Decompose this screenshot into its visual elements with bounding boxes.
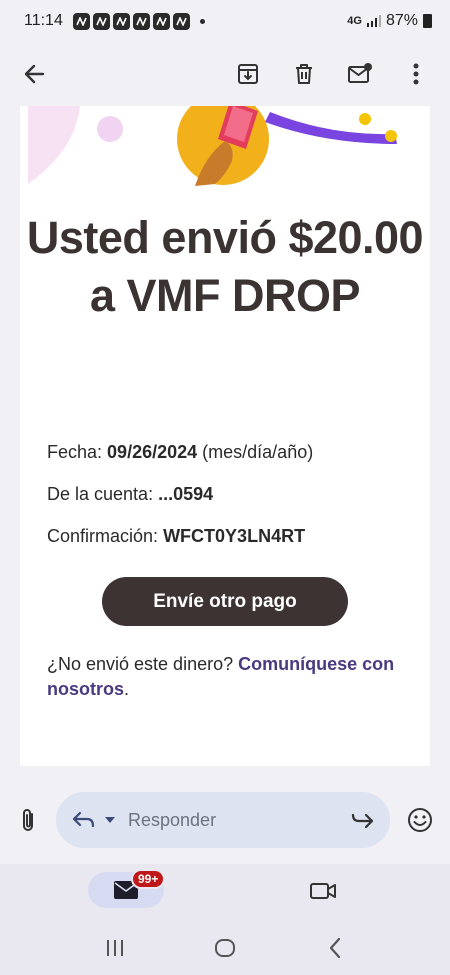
detail-value: WFCT0Y3LN4RT — [163, 526, 306, 546]
notification-icon — [152, 12, 170, 30]
notification-icon — [72, 12, 90, 30]
recent-apps-button[interactable] — [95, 933, 135, 963]
payment-details: Fecha: 09/26/2024 (mes/día/año) De la cu… — [47, 431, 417, 557]
video-camera-icon — [310, 883, 336, 899]
status-time: 11:14 — [24, 12, 63, 29]
mark-unread-button[interactable] — [340, 54, 380, 94]
nav-meet-tab[interactable] — [306, 876, 340, 906]
detail-suffix: (mes/día/año) — [202, 442, 314, 462]
network-type: 4G — [347, 15, 362, 27]
status-bar: 11:14 4G 87% — [0, 0, 450, 42]
more-options-button[interactable] — [396, 54, 436, 94]
detail-row-date: Fecha: 09/26/2024 (mes/día/año) — [47, 431, 417, 473]
reply-placeholder: Responder — [128, 809, 217, 830]
unread-badge: 99+ — [131, 869, 166, 889]
email-body: Usted envió $20.00 a VMF DROP Fecha: 09/… — [20, 106, 430, 766]
paperclip-icon — [23, 809, 33, 831]
detail-value: 09/26/2024 — [107, 442, 198, 462]
payment-headline: Usted envió $20.00 a VMF DROP — [26, 212, 424, 321]
arrow-left-icon — [24, 64, 45, 84]
bottom-navigation: 99+ — [0, 864, 450, 920]
status-right: 4G 87% — [347, 12, 432, 30]
more-vertical-icon — [413, 63, 419, 85]
home-icon — [215, 938, 235, 957]
detail-value: ...0594 — [158, 484, 214, 504]
chevron-down-icon[interactable] — [104, 816, 116, 824]
notification-icon — [132, 12, 150, 30]
emoji-reaction-button[interactable] — [402, 802, 438, 838]
chevron-left-icon — [329, 937, 341, 958]
back-button[interactable] — [14, 54, 54, 94]
hero-illustration — [28, 106, 397, 186]
battery-icon — [423, 14, 432, 28]
notification-icon — [172, 12, 190, 30]
footer-question: ¿No envió este dinero? — [47, 654, 234, 674]
notification-icons — [72, 12, 190, 30]
reply-field[interactable]: Responder — [56, 792, 390, 848]
toolbar-actions — [228, 54, 436, 94]
send-another-payment-button[interactable]: Envíe otro pago — [102, 577, 348, 626]
reply-bar: Responder — [0, 776, 450, 864]
notification-icon — [92, 12, 110, 30]
system-navigation-bar — [0, 920, 450, 975]
nav-mail-tab[interactable]: 99+ — [88, 869, 166, 908]
mark-unread-icon — [348, 63, 372, 83]
reply-icon[interactable] — [72, 811, 96, 829]
archive-icon — [238, 64, 258, 84]
detail-label: Fecha: — [47, 442, 103, 462]
detail-row-account: De la cuenta: ...0594 — [47, 473, 417, 515]
signal-icon — [366, 15, 381, 27]
trash-icon — [296, 64, 312, 84]
detail-row-confirmation: Confirmación: WFCT0Y3LN4RT — [47, 515, 417, 557]
attach-button[interactable] — [10, 802, 46, 838]
archive-button[interactable] — [228, 54, 268, 94]
battery-percent: 87% — [385, 12, 418, 29]
status-left: 11:14 — [24, 12, 205, 30]
recent-apps-icon — [107, 939, 123, 956]
footer-text: ¿No envió este dinero? Comuníquese con n… — [47, 652, 417, 702]
footer-period: . — [124, 679, 130, 699]
notification-icon — [112, 12, 130, 30]
back-system-button[interactable] — [315, 933, 355, 963]
more-notifications-dot — [199, 18, 205, 24]
delete-button[interactable] — [284, 54, 324, 94]
home-button[interactable] — [205, 933, 245, 963]
detail-label: De la cuenta: — [47, 484, 154, 504]
email-toolbar — [0, 42, 450, 106]
smiley-icon — [408, 808, 432, 832]
forward-icon[interactable] — [350, 811, 374, 829]
detail-label: Confirmación: — [47, 526, 159, 546]
